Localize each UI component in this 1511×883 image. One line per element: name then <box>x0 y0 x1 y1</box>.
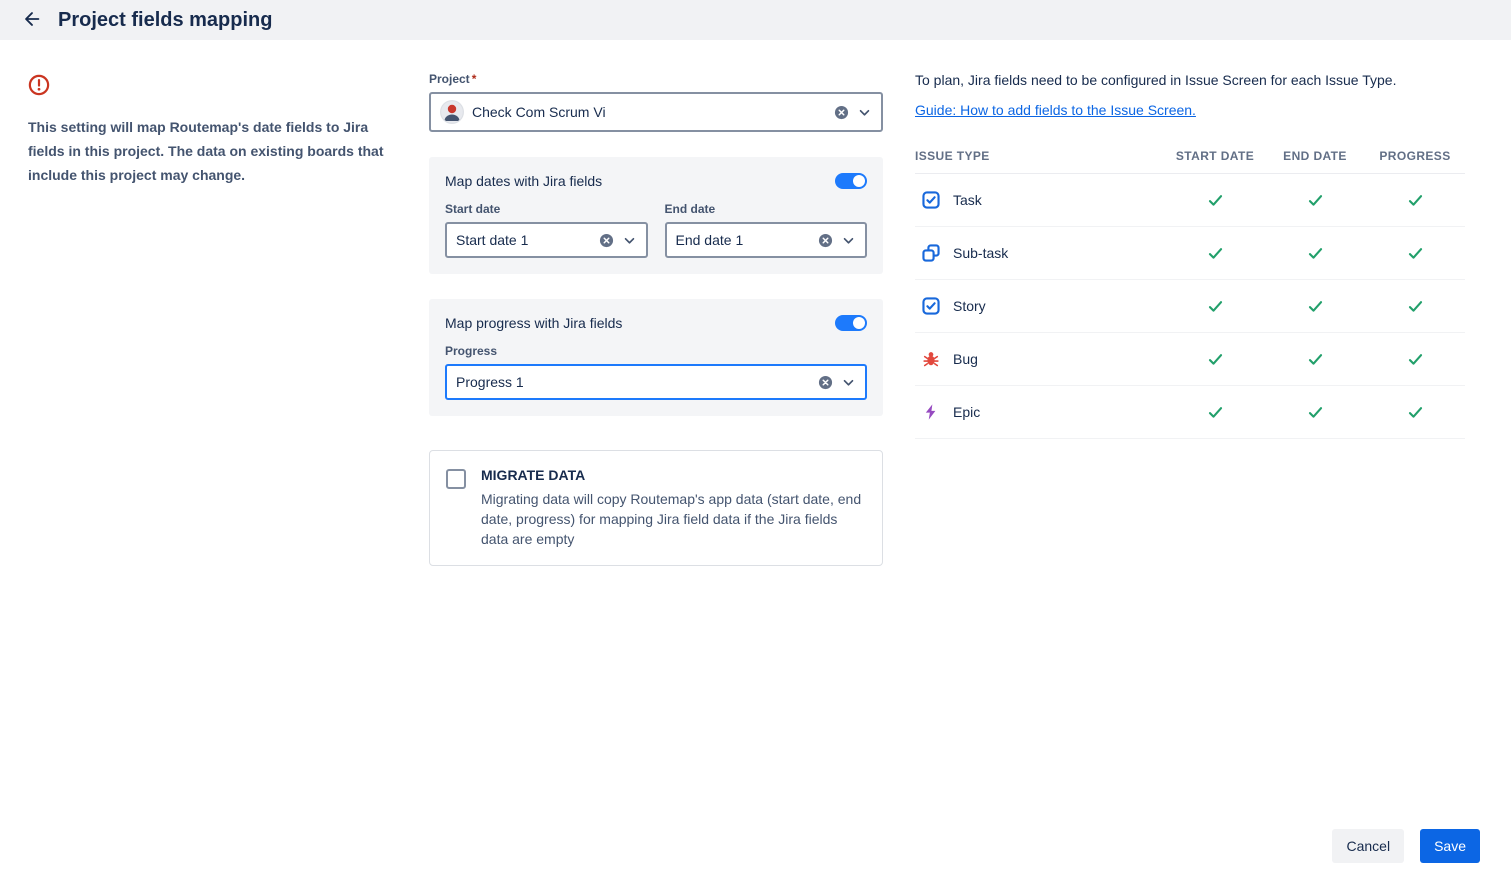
bug-icon <box>921 349 941 369</box>
issue-screen-intro: To plan, Jira fields need to be configur… <box>915 70 1465 90</box>
migrate-data-checkbox[interactable] <box>446 469 466 489</box>
check-icon <box>1265 351 1365 368</box>
chevron-down-icon <box>622 233 637 248</box>
col-progress: PROGRESS <box>1365 149 1465 163</box>
clear-icon[interactable] <box>818 375 833 390</box>
map-dates-title: Map dates with Jira fields <box>445 173 602 189</box>
map-progress-card-header: Map progress with Jira fields <box>445 315 867 331</box>
issue-type-label: Task <box>953 192 982 208</box>
col-start-date: START DATE <box>1165 149 1265 163</box>
clear-icon[interactable] <box>818 233 833 248</box>
check-icon <box>1265 298 1365 315</box>
migrate-data-content: MIGRATE DATA Migrating data will copy Ro… <box>481 467 866 549</box>
toggle-knob <box>853 175 865 187</box>
project-label: Project* <box>429 72 883 86</box>
task-icon <box>921 190 941 210</box>
check-icon <box>1165 404 1265 421</box>
back-button[interactable] <box>20 8 44 32</box>
col-issue-type: ISSUE TYPE <box>915 149 1165 163</box>
map-dates-card-header: Map dates with Jira fields <box>445 173 867 189</box>
check-icon <box>1165 298 1265 315</box>
subtask-icon <box>921 243 941 263</box>
project-select-value: Check Com Scrum Vi <box>472 104 826 120</box>
start-date-select[interactable]: Start date 1 <box>445 222 648 258</box>
arrow-left-icon <box>21 8 43 33</box>
map-progress-card: Map progress with Jira fields Progress P… <box>429 299 883 416</box>
clear-icon[interactable] <box>834 105 849 120</box>
footer-actions: Cancel Save <box>1332 829 1480 863</box>
end-date-label: End date <box>665 202 868 216</box>
page-title: Project fields mapping <box>58 9 272 32</box>
save-button[interactable]: Save <box>1420 829 1480 863</box>
guide-link[interactable]: Guide: How to add fields to the Issue Sc… <box>915 102 1196 118</box>
progress-field: Progress Progress 1 <box>445 344 867 400</box>
issue-type-label: Epic <box>953 404 980 420</box>
note-text: This setting will map Routemap's date fi… <box>28 115 400 187</box>
check-icon <box>1365 245 1465 262</box>
start-date-select-value: Start date 1 <box>456 232 591 248</box>
chevron-down-icon <box>857 105 872 120</box>
map-dates-card: Map dates with Jira fields Start date St… <box>429 157 883 274</box>
start-date-field: Start date Start date 1 <box>445 202 648 258</box>
issue-type-label: Bug <box>953 351 978 367</box>
chevron-down-icon <box>841 233 856 248</box>
check-icon <box>1365 192 1465 209</box>
project-avatar <box>440 100 464 124</box>
migrate-data-description: Migrating data will copy Routemap's app … <box>481 489 866 549</box>
story-icon <box>921 296 941 316</box>
check-icon <box>1165 351 1265 368</box>
date-fields-row: Start date Start date 1 End date <box>445 202 867 258</box>
table-row: Bug <box>915 333 1465 386</box>
end-date-select-value: End date 1 <box>676 232 811 248</box>
project-field: Project* Check Com Scrum Vi <box>429 72 883 132</box>
table-row: Task <box>915 174 1465 227</box>
mapping-form: Project* Check Com Scrum Vi Map dates wi… <box>429 72 883 566</box>
cancel-button[interactable]: Cancel <box>1332 829 1404 863</box>
app-root: Project fields mapping This setting will… <box>0 0 1511 883</box>
page-header: Project fields mapping <box>0 0 1511 40</box>
check-icon <box>1365 351 1465 368</box>
progress-select-value: Progress 1 <box>456 374 810 390</box>
clear-icon[interactable] <box>599 233 614 248</box>
table-header-row: ISSUE TYPE START DATE END DATE PROGRESS <box>915 138 1465 174</box>
chevron-down-icon <box>841 375 856 390</box>
table-row: Sub-task <box>915 227 1465 280</box>
project-label-text: Project <box>429 72 470 86</box>
map-dates-toggle[interactable] <box>835 173 867 189</box>
project-select[interactable]: Check Com Scrum Vi <box>429 92 883 132</box>
check-icon <box>1265 192 1365 209</box>
check-icon <box>1165 192 1265 209</box>
map-progress-title: Map progress with Jira fields <box>445 315 622 331</box>
table-row: Epic <box>915 386 1465 439</box>
mapping-note: This setting will map Routemap's date fi… <box>28 74 400 187</box>
progress-select[interactable]: Progress 1 <box>445 364 867 400</box>
error-icon <box>28 74 400 101</box>
check-icon <box>1265 245 1365 262</box>
check-icon <box>1265 404 1365 421</box>
map-progress-toggle[interactable] <box>835 315 867 331</box>
issue-type-label: Story <box>953 298 986 314</box>
toggle-knob <box>853 317 865 329</box>
start-date-label: Start date <box>445 202 648 216</box>
issue-screen-panel: To plan, Jira fields need to be configur… <box>915 70 1465 439</box>
issue-type-label: Sub-task <box>953 245 1008 261</box>
check-icon <box>1365 404 1465 421</box>
migrate-data-title: MIGRATE DATA <box>481 467 866 483</box>
issue-type-table: ISSUE TYPE START DATE END DATE PROGRESS … <box>915 138 1465 439</box>
required-asterisk: * <box>472 72 477 86</box>
end-date-select[interactable]: End date 1 <box>665 222 868 258</box>
progress-label: Progress <box>445 344 867 358</box>
epic-icon <box>921 402 941 422</box>
check-icon <box>1165 245 1265 262</box>
end-date-field: End date End date 1 <box>665 202 868 258</box>
col-end-date: END DATE <box>1265 149 1365 163</box>
migrate-data-card: MIGRATE DATA Migrating data will copy Ro… <box>429 450 883 566</box>
table-row: Story <box>915 280 1465 333</box>
check-icon <box>1365 298 1465 315</box>
